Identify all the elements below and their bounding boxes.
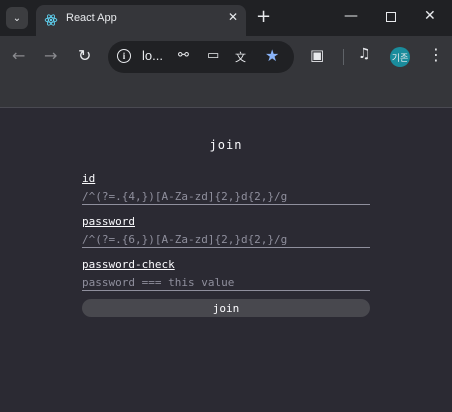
url-text[interactable]: lo... — [142, 48, 163, 63]
info-icon[interactable]: i — [117, 49, 131, 63]
password-check-input[interactable] — [82, 274, 370, 291]
star-icon[interactable]: ★ — [265, 46, 279, 65]
reload-icon[interactable]: ↻ — [78, 46, 91, 65]
toolbar-divider — [343, 49, 344, 65]
page-title: join — [209, 138, 243, 152]
password-label: password — [82, 215, 135, 228]
react-icon — [44, 14, 58, 26]
close-window-icon[interactable]: ✕ — [424, 8, 436, 24]
install-icon[interactable]: ▭ — [207, 48, 219, 63]
arrow-left-icon[interactable]: ← — [12, 46, 25, 65]
close-icon[interactable]: ✕ — [228, 10, 238, 24]
id-label: id — [82, 172, 96, 185]
page-content: join id password password-check join — [0, 108, 452, 412]
tab-react-app[interactable]: React App ✕ — [36, 5, 246, 36]
bookmarks-bar — [0, 78, 452, 108]
title-bar: ⌄ React App ✕ + — ✕ — [0, 0, 452, 36]
maximize-icon[interactable] — [386, 12, 396, 22]
translate-icon[interactable]: 文 — [235, 49, 246, 65]
plus-icon[interactable]: + — [256, 6, 271, 27]
id-input[interactable] — [82, 188, 370, 205]
tab-title: React App — [66, 12, 117, 24]
password-input[interactable] — [82, 231, 370, 248]
key-icon[interactable]: ⚯ — [178, 48, 189, 63]
join-button[interactable]: join — [82, 299, 370, 317]
password-check-label: password-check — [82, 258, 175, 271]
minimize-icon[interactable]: — — [344, 8, 358, 24]
address-bar[interactable]: i lo... ⚯ ▭ 文 ★ — [108, 41, 294, 73]
media-icon[interactable]: ♫ — [358, 46, 371, 62]
avatar[interactable]: 기존 — [390, 47, 410, 67]
browser-toolbar: ← → ↻ i lo... ⚯ ▭ 文 ★ ▣ ♫ 기존 ⋮ — [0, 36, 452, 78]
puzzle-icon[interactable]: ▣ — [310, 46, 324, 64]
arrow-right-icon[interactable]: → — [44, 46, 57, 65]
kebab-menu-icon[interactable]: ⋮ — [428, 45, 444, 64]
chevron-down-icon[interactable]: ⌄ — [6, 7, 28, 29]
